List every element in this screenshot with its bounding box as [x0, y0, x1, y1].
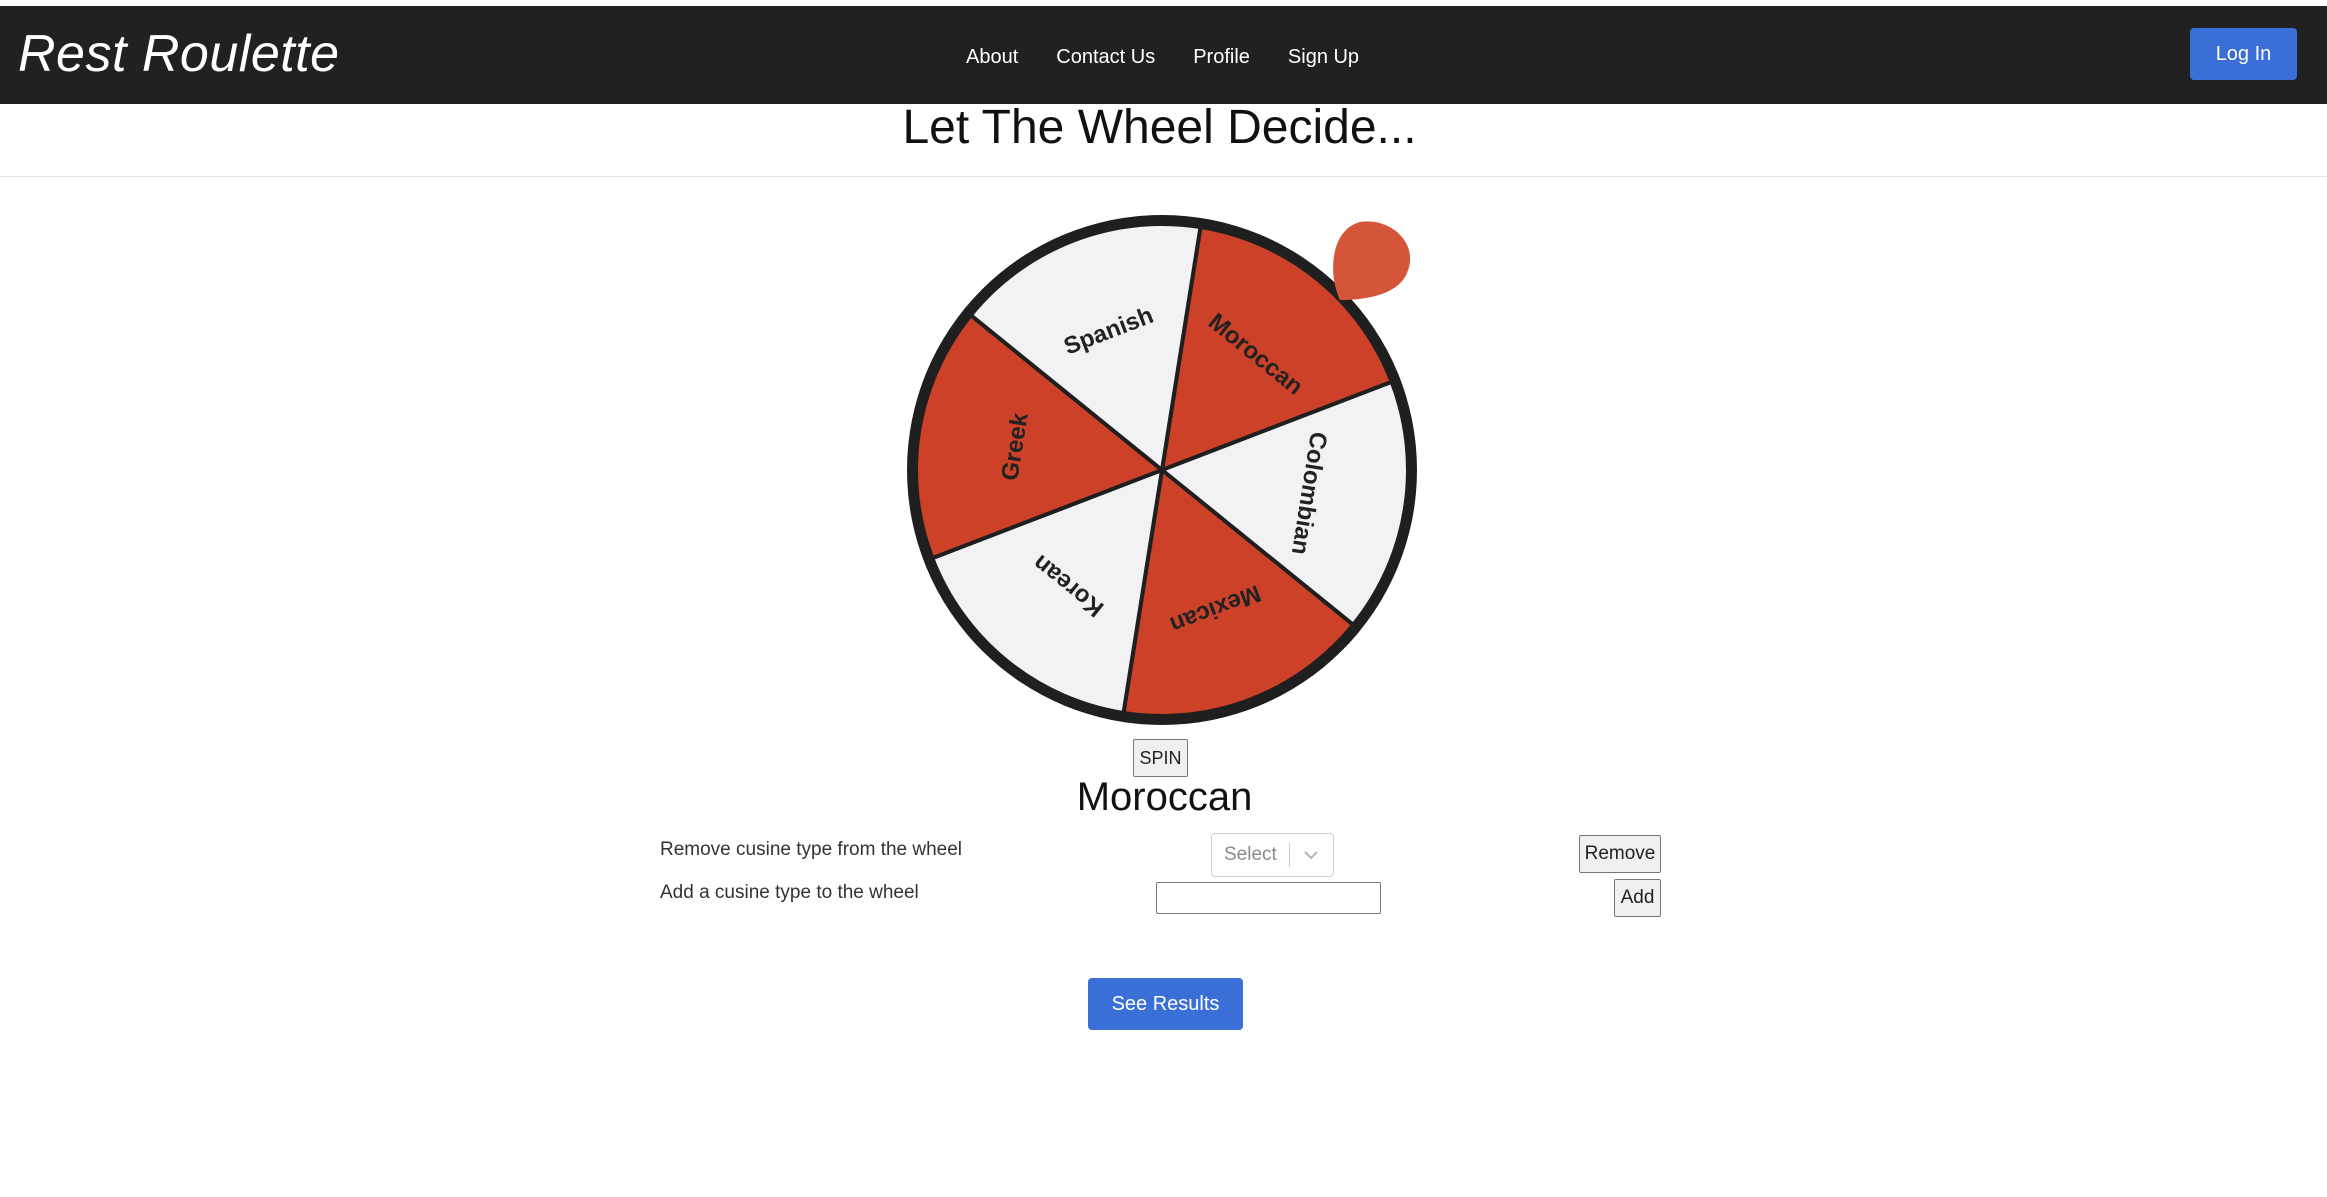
see-results-button[interactable]: See Results: [1088, 978, 1243, 1030]
nav-links: About Contact Us Profile Sign Up: [966, 46, 1397, 69]
nav-link-profile[interactable]: Profile: [1193, 46, 1250, 69]
wheel-pointer-icon: [1333, 221, 1411, 300]
nav-link-contact[interactable]: Contact Us: [1056, 46, 1155, 69]
cuisine-wheel[interactable]: Moroccan Colombian Mexican Korean Greek Spani…: [900, 205, 1430, 735]
brand-logo[interactable]: Rest Roulette: [18, 24, 340, 84]
spin-button[interactable]: SPIN: [1133, 739, 1188, 777]
spin-result: Moroccan: [1076, 775, 1253, 819]
select-placeholder: Select: [1224, 844, 1277, 865]
login-button[interactable]: Log In: [2190, 28, 2297, 80]
nav-link-about[interactable]: About: [966, 46, 1018, 69]
remove-button[interactable]: Remove: [1579, 835, 1661, 873]
header-divider: [0, 176, 2327, 177]
page-title: Let The Wheel Decide...: [902, 101, 1417, 154]
add-cuisine-label: Add a cusine type to the wheel: [660, 882, 919, 903]
wheel-graphic: MoroccanColombianMexicanKoreanGreekSpani…: [907, 215, 1417, 725]
navbar: Rest Roulette About Contact Us Profile S…: [0, 6, 2327, 104]
remove-cuisine-select[interactable]: Select: [1211, 833, 1334, 877]
chevron-down-icon: [1304, 851, 1318, 860]
select-separator: [1288, 843, 1290, 867]
nav-link-signup[interactable]: Sign Up: [1288, 46, 1359, 69]
add-button[interactable]: Add: [1614, 879, 1661, 917]
add-cuisine-input[interactable]: [1156, 882, 1381, 914]
remove-cuisine-label: Remove cusine type from the wheel: [660, 839, 963, 860]
